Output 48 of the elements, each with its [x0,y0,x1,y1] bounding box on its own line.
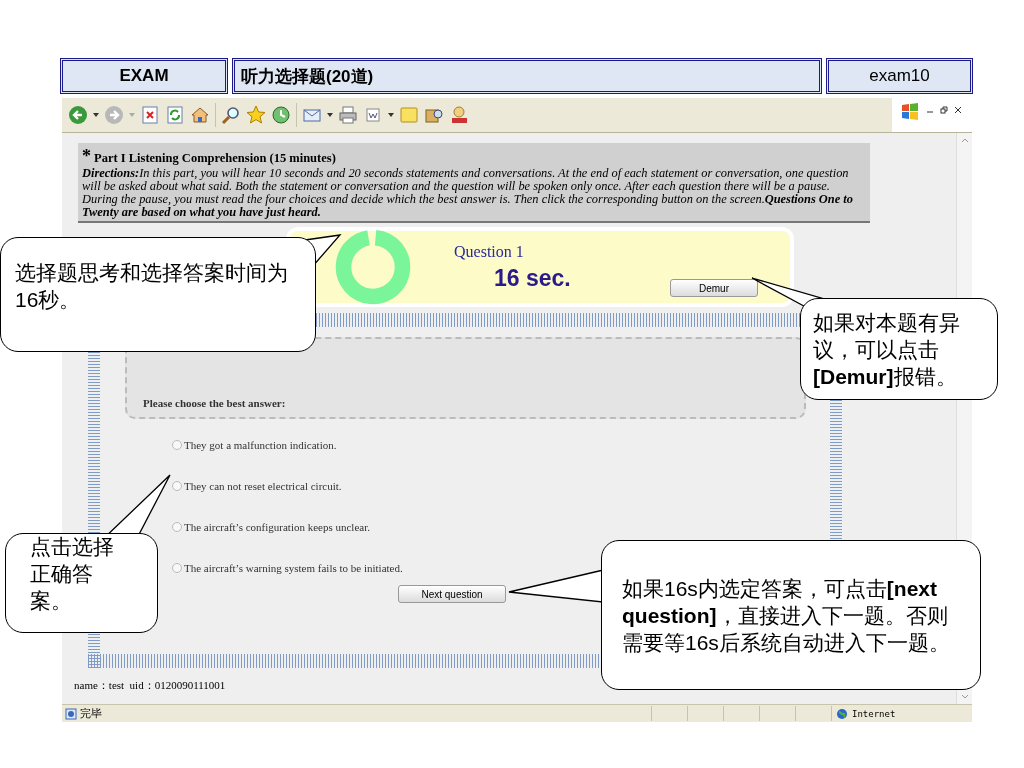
callout-text: 选择题思考和选择答案时间为16秒。 [15,259,289,313]
next-question-button[interactable]: Next question [398,585,506,603]
prompt-text: Please choose the best answer: [143,397,286,409]
star-icon[interactable] [246,105,266,125]
home-icon[interactable] [190,105,210,125]
countdown-ring-icon [334,228,412,306]
zone-text: Internet [852,708,896,719]
radio-button[interactable] [172,481,182,491]
radio-button[interactable] [172,440,182,450]
back-icon[interactable] [68,105,88,125]
close-icon[interactable] [954,106,962,114]
dropdown-icon[interactable] [93,113,99,117]
user-info: name：test uid：0120090111001 [74,678,227,693]
scroll-up-icon[interactable] [960,137,969,143]
section-heading: Part I Listening Comprehension (15 minutes) [94,151,336,166]
windows-logo-icon [900,102,920,122]
page-icon [65,707,77,720]
refresh-icon[interactable] [165,105,185,125]
option-text[interactable]: The aircraft’s warning system fails to be initiated. [184,562,403,574]
exam-label: EXAM [60,58,228,94]
option-text[interactable]: They can not reset electrical circuit. [184,480,342,492]
search-icon[interactable] [221,105,241,125]
history-icon[interactable] [271,105,291,125]
option-text[interactable]: They got a malfunction indication. [184,439,337,451]
demur-button[interactable]: Demur [670,279,758,297]
exam-title: 听力选择题(20道) [232,58,822,94]
forward-icon[interactable] [104,105,124,125]
radio-button[interactable] [172,563,182,573]
directions-text: Directions:In this part, you will hear 10 seconds and 20 seconds statements and conversations. At the end of each statement or conversation, one question will be asked about what said. Both the statement or conversation and the question will be spoken only once. After each question there will be a pause. During the pause, you must read the four choices and decide which the best answer is. Then click the corresponding button on the screen.Questions One to Twenty are based on what you have just heard. [82,167,854,219]
option-text[interactable]: The aircraft’s configuration keeps unclear. [184,521,370,533]
dropdown-icon[interactable] [388,113,394,117]
globe-icon [836,707,848,720]
status-text: 完毕 [80,706,102,721]
restore-icon[interactable] [940,106,948,114]
asterisk-mark: * [82,146,91,167]
timer-text: 16 sec. [494,264,571,292]
dropdown-icon[interactable] [327,113,333,117]
radio-button[interactable] [172,522,182,532]
document-icon[interactable] [363,105,383,125]
callout-text: 如果对本题有异议，可以点击[Demur]报错。 [813,309,961,390]
question-title: Question 1 [454,242,525,261]
scroll-down-icon[interactable] [960,694,969,700]
exam-id: exam10 [826,58,973,94]
stop-icon[interactable] [140,105,160,125]
print-icon[interactable] [338,105,358,125]
callout-text: 点击选择正确答案。 [30,533,115,614]
user-icon[interactable] [449,105,469,125]
callout-text: 如果16s内选定答案，可点击[next question]，直接进入下一题。否则需要等16s后系统自动进入下一题。 [622,575,950,656]
